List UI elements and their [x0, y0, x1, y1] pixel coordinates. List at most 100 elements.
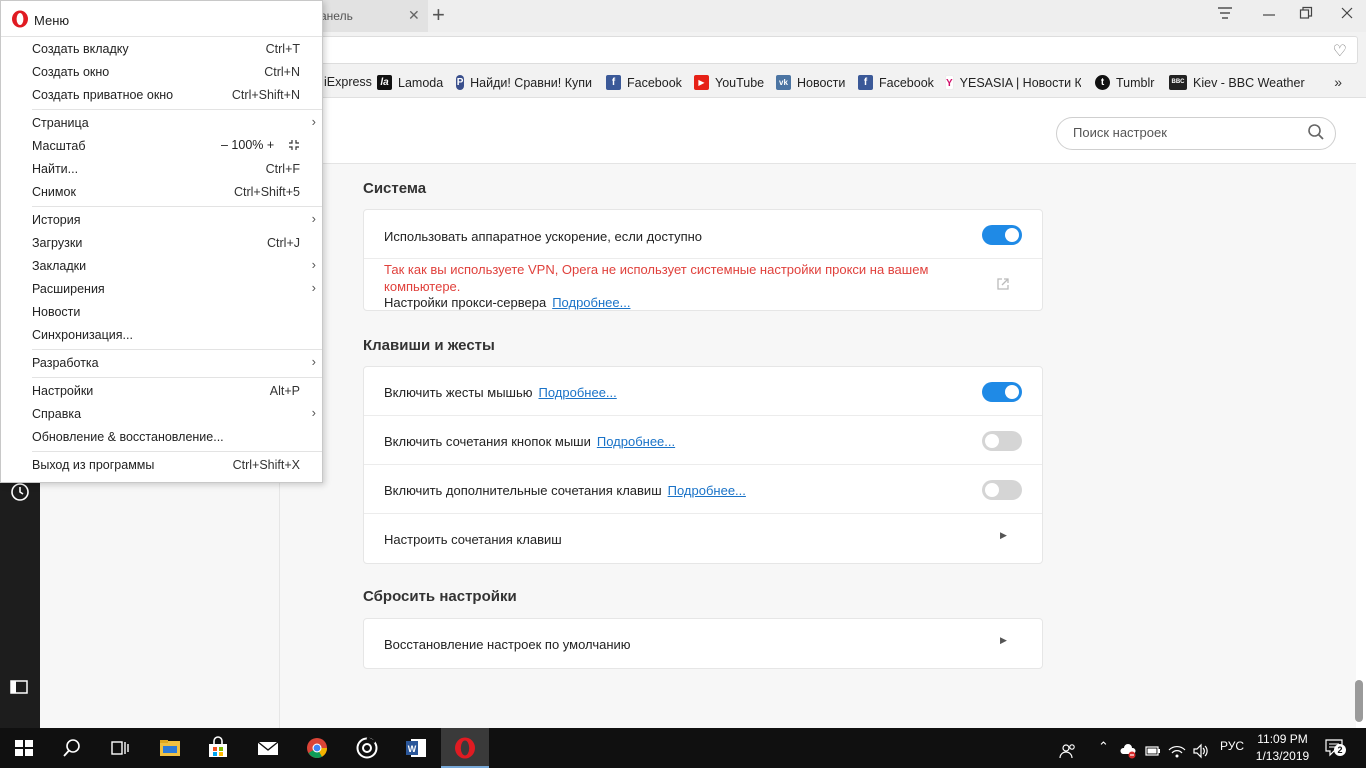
proxy-row: Так как вы используете VPN, Opera не исп…: [364, 259, 1042, 310]
menu-item-history[interactable]: История ›: [1, 209, 322, 232]
menu-item-downloads[interactable]: Загрузки Ctrl+J: [1, 232, 322, 255]
advanced-shortcuts-toggle[interactable]: [982, 480, 1022, 500]
settings-search-input[interactable]: [1073, 125, 1293, 140]
heart-icon[interactable]: ♡: [1333, 41, 1347, 61]
volume-icon[interactable]: [1192, 739, 1210, 763]
minimize-icon[interactable]: [1262, 6, 1276, 23]
bookmark-price-compare[interactable]: P Найди! Сравни! Купи: [456, 75, 592, 90]
url-field[interactable]: ♡: [260, 36, 1358, 64]
bookmarks-overflow-icon[interactable]: »: [1334, 74, 1342, 90]
menu-item-zoom: Масштаб – 100% +: [1, 135, 322, 158]
sidebar-toggle-icon[interactable]: [10, 678, 28, 699]
menu-item-page[interactable]: Страница ›: [1, 112, 322, 135]
chevron-right-icon: ▶: [1000, 635, 1007, 645]
menu-item-snapshot[interactable]: Снимок Ctrl+Shift+5: [1, 181, 322, 204]
tumblr-icon: t: [1095, 75, 1110, 90]
rocker-gestures-toggle[interactable]: [982, 431, 1022, 451]
menu-item-news[interactable]: Новости: [1, 301, 322, 324]
vk-icon: vk: [776, 75, 791, 90]
people-icon[interactable]: [1059, 739, 1077, 763]
onedrive-blocked-icon[interactable]: [1120, 739, 1138, 763]
configure-shortcuts-row[interactable]: Настроить сочетания клавиш ▶: [364, 514, 1042, 563]
tab-title: анель: [320, 9, 353, 23]
groove-music-icon[interactable]: [355, 736, 379, 760]
menu-item-extensions[interactable]: Расширения ›: [1, 278, 322, 301]
search-icon[interactable]: [60, 736, 84, 760]
history-clock-icon[interactable]: [10, 482, 30, 507]
bookmark-lamoda[interactable]: la Lamoda: [377, 75, 443, 90]
proxy-label: Настройки прокси-сервера Подробнее...: [384, 295, 631, 310]
advanced-shortcuts-learn-more-link[interactable]: Подробнее...: [668, 483, 746, 498]
input-language[interactable]: РУС: [1220, 739, 1244, 753]
bookmark-aliexpress[interactable]: iExpress: [324, 75, 372, 89]
word-icon[interactable]: W: [404, 736, 428, 760]
toggle-knob: [1005, 385, 1019, 399]
restore-icon[interactable]: [1299, 6, 1313, 23]
toggle-knob: [985, 434, 999, 448]
hw-accel-row: Использовать аппаратное ускорение, если …: [364, 210, 1042, 259]
proxy-learn-more-link[interactable]: Подробнее...: [552, 295, 630, 310]
menu-item-update-recovery[interactable]: Обновление & восстановление...: [1, 426, 322, 449]
opera-menu: Меню Создать вкладку Ctrl+T Создать окно C…: [0, 0, 323, 483]
bookmark-bbc-weather[interactable]: BBC Kiev - BBC Weather: [1169, 75, 1305, 90]
menu-item-new-window[interactable]: Создать окно Ctrl+N: [1, 61, 322, 84]
mail-icon[interactable]: [256, 736, 280, 760]
chrome-icon[interactable]: [305, 736, 329, 760]
bookmark-youtube[interactable]: ▶ YouTube: [694, 75, 764, 90]
search-icon[interactable]: [1307, 123, 1325, 141]
windows-taskbar: W ⌃ РУС 11:09 PM 1/13/2019 2: [0, 728, 1366, 768]
mouse-gestures-row: Включить жесты мышью Подробнее...: [364, 367, 1042, 416]
toggle-knob: [985, 483, 999, 497]
menu-item-private-window[interactable]: Создать приватное окно Ctrl+Shift+N: [1, 84, 322, 107]
menu-item-find[interactable]: Найти... Ctrl+F: [1, 158, 322, 181]
scrollbar-thumb[interactable]: [1355, 680, 1363, 722]
new-tab-button[interactable]: +: [432, 3, 445, 27]
chevron-right-icon: ▶: [1000, 530, 1007, 540]
mouse-gestures-learn-more-link[interactable]: Подробнее...: [539, 385, 617, 400]
advanced-shortcuts-label: Включить дополнительные сочетания клавиш…: [384, 483, 746, 498]
menu-item-help[interactable]: Справка ›: [1, 403, 322, 426]
close-window-icon[interactable]: [1340, 6, 1354, 23]
mouse-gestures-toggle[interactable]: [982, 382, 1022, 402]
bookmark-yesasia[interactable]: Y YESASIA | Новости К: [945, 75, 1081, 90]
battery-icon[interactable]: [1144, 739, 1162, 763]
reset-card: Восстановление настроек по умолчанию ▶: [363, 618, 1043, 669]
wifi-icon[interactable]: [1168, 739, 1186, 763]
restore-defaults-label: Восстановление настроек по умолчанию: [384, 637, 631, 652]
menu-header: Меню: [1, 1, 322, 37]
menu-item-exit[interactable]: Выход из программы Ctrl+Shift+X: [1, 454, 322, 477]
action-center-icon[interactable]: 2: [1324, 738, 1346, 758]
settings-search[interactable]: [1056, 117, 1336, 150]
task-view-icon[interactable]: [108, 736, 132, 760]
tab-menu-icon[interactable]: [1216, 6, 1234, 23]
restore-defaults-row[interactable]: Восстановление настроек по умолчанию ▶: [364, 619, 1042, 668]
windows-start-icon[interactable]: [12, 736, 36, 760]
tray-expand-icon[interactable]: ⌃: [1098, 739, 1109, 755]
store-icon[interactable]: [206, 736, 230, 760]
zoom-control[interactable]: – 100% +: [221, 138, 274, 152]
hw-accel-toggle[interactable]: [982, 225, 1022, 245]
rocker-gestures-row: Включить сочетания кнопок мыши Подробнее.…: [364, 416, 1042, 465]
clock-date: 1/13/2019: [1255, 749, 1310, 763]
menu-separator: [32, 377, 322, 378]
hw-accel-label: Использовать аппаратное ускорение, если …: [384, 229, 703, 244]
opera-taskbar-icon[interactable]: [453, 736, 477, 760]
external-link-icon[interactable]: [996, 277, 1010, 291]
file-explorer-icon[interactable]: [158, 736, 182, 760]
price-compare-icon: P: [456, 75, 465, 90]
section-title-reset: Сбросить настройки: [363, 588, 517, 605]
menu-item-new-tab[interactable]: Создать вкладку Ctrl+T: [1, 38, 322, 61]
bookmark-facebook[interactable]: f Facebook: [606, 75, 682, 90]
bookmark-vk-news[interactable]: vk Новости: [776, 75, 845, 90]
fullscreen-icon[interactable]: [288, 139, 300, 154]
menu-item-settings[interactable]: Настройки Alt+P: [1, 380, 322, 403]
chevron-right-icon: ›: [311, 405, 316, 420]
bookmark-tumblr[interactable]: t Tumblr: [1095, 75, 1154, 90]
menu-item-bookmarks[interactable]: Закладки ›: [1, 255, 322, 278]
tab-close-icon[interactable]: ✕: [408, 7, 420, 24]
rocker-gestures-learn-more-link[interactable]: Подробнее...: [597, 434, 675, 449]
menu-item-sync[interactable]: Синхронизация...: [1, 324, 322, 347]
bookmark-facebook-2[interactable]: f Facebook: [858, 75, 934, 90]
system-clock[interactable]: 11:09 PM 1/13/2019: [1255, 731, 1310, 765]
menu-item-developer[interactable]: Разработка ›: [1, 352, 322, 375]
